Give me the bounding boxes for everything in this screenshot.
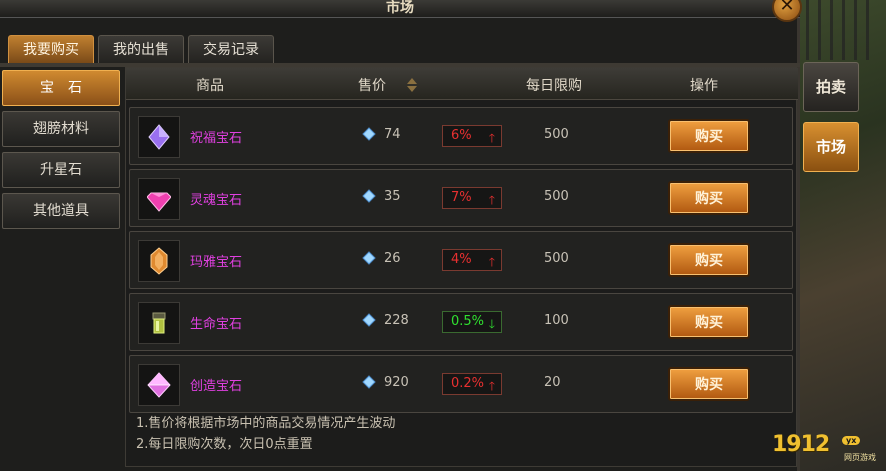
list-item: 祝福宝石 74 6% 🡑 500 购买 <box>129 107 793 165</box>
item-list-panel: 商品 售价 每日限购 操作 祝福宝石 74 6% 🡑 500 购买 灵魂宝石 3… <box>125 67 798 467</box>
note-price-fluctuation: 1.售价将根据市场中的商品交易情况产生波动 <box>136 416 396 431</box>
list-item: 玛雅宝石 26 4% 🡑 500 购买 <box>129 231 793 289</box>
price-change-value: 0.2% <box>451 376 485 391</box>
buy-button[interactable]: 购买 <box>668 305 750 339</box>
price-change-badge: 0.5% 🡓 <box>442 311 502 333</box>
diamond-currency-icon <box>362 251 376 265</box>
logo-subtitle: 网页游戏 <box>844 453 876 462</box>
category-gems[interactable]: 宝 石 <box>2 70 120 106</box>
daily-limit-value: 500 <box>544 127 569 142</box>
diamond-currency-icon <box>362 375 376 389</box>
price-change-badge: 6% 🡑 <box>442 125 502 147</box>
category-other-items[interactable]: 其他道具 <box>2 193 120 229</box>
list-header: 商品 售价 每日限购 操作 <box>126 68 798 100</box>
item-name: 生命宝石 <box>190 317 243 332</box>
buy-button[interactable]: 购买 <box>668 119 750 153</box>
item-name: 玛雅宝石 <box>190 255 243 270</box>
auction-button[interactable]: 拍卖 <box>803 62 859 112</box>
arrow-up-icon: 🡑 <box>488 379 495 393</box>
item-icon-slot <box>138 302 180 344</box>
item-price: 228 <box>384 313 409 328</box>
item-icon-slot <box>138 116 180 158</box>
purple-gem-icon <box>148 124 170 150</box>
tab-history[interactable]: 交易记录 <box>188 35 274 63</box>
buy-button[interactable]: 购买 <box>668 367 750 401</box>
diamond-currency-icon <box>362 189 376 203</box>
orange-gem-icon <box>150 247 168 275</box>
item-name: 灵魂宝石 <box>190 193 243 208</box>
right-side-buttons: 拍卖 市场 <box>803 62 859 182</box>
header-price: 售价 <box>358 78 386 94</box>
diamond-currency-icon <box>362 313 376 327</box>
category-wing-materials[interactable]: 翅膀材料 <box>2 111 120 147</box>
tab-sell[interactable]: 我的出售 <box>98 35 184 63</box>
item-icon-slot <box>138 240 180 282</box>
daily-limit-value: 500 <box>544 189 569 204</box>
list-item: 生命宝石 228 0.5% 🡓 100 购买 <box>129 293 793 351</box>
header-action: 操作 <box>690 78 718 94</box>
price-change-badge: 7% 🡑 <box>442 187 502 209</box>
site-logo: 1912 <box>772 432 830 457</box>
item-price: 74 <box>384 127 401 142</box>
tab-buy[interactable]: 我要购买 <box>8 35 94 63</box>
green-gem-icon <box>152 312 166 334</box>
item-price: 920 <box>384 375 409 390</box>
daily-limit-value: 20 <box>544 375 561 390</box>
item-price: 35 <box>384 189 401 204</box>
pink-crystal-icon <box>147 372 171 398</box>
logo-badge: yx <box>842 436 861 445</box>
price-change-value: 6% <box>451 128 472 143</box>
window-title: 市场 <box>386 0 414 16</box>
sort-arrows-icon[interactable] <box>406 77 418 93</box>
price-change-badge: 0.2% 🡑 <box>442 373 502 395</box>
buy-button[interactable]: 购买 <box>668 181 750 215</box>
note-daily-reset: 2.每日限购次数，次日0点重置 <box>136 437 313 452</box>
market-button[interactable]: 市场 <box>803 122 859 172</box>
daily-limit-value: 500 <box>544 251 569 266</box>
price-change-value: 4% <box>451 252 472 267</box>
notes: 1.售价将根据市场中的商品交易情况产生波动 2.每日限购次数，次日0点重置 <box>136 413 395 455</box>
arrow-up-icon: 🡑 <box>488 255 495 269</box>
header-item: 商品 <box>196 78 224 94</box>
buy-button[interactable]: 购买 <box>668 243 750 277</box>
item-name: 祝福宝石 <box>190 131 243 146</box>
arrow-up-icon: 🡑 <box>488 193 495 207</box>
fence-decoration <box>806 0 876 60</box>
price-change-value: 7% <box>451 190 472 205</box>
header-daily-limit: 每日限购 <box>526 78 582 94</box>
arrow-down-icon: 🡓 <box>488 317 495 331</box>
item-name: 创造宝石 <box>190 379 243 394</box>
diamond-currency-icon <box>362 127 376 141</box>
category-star-stones[interactable]: 升星石 <box>2 152 120 188</box>
daily-limit-value: 100 <box>544 313 569 328</box>
category-sidebar: 宝 石 翅膀材料 升星石 其他道具 <box>2 70 120 234</box>
close-icon: ✕ <box>779 0 795 16</box>
item-icon-slot <box>138 178 180 220</box>
list-item: 创造宝石 920 0.2% 🡑 20 购买 <box>129 355 793 413</box>
arrow-up-icon: 🡑 <box>488 131 495 145</box>
tab-bar: 我要购买 我的出售 交易记录 <box>8 35 274 63</box>
price-change-value: 0.5% <box>451 314 485 329</box>
item-icon-slot <box>138 364 180 406</box>
item-price: 26 <box>384 251 401 266</box>
market-window: 市场 我要购买 我的出售 交易记录 宝 石 翅膀材料 升星石 其他道具 商品 售… <box>0 0 800 471</box>
list-item: 灵魂宝石 35 7% 🡑 500 购买 <box>129 169 793 227</box>
title-bar: 市场 <box>0 0 800 18</box>
pink-gem-icon <box>147 192 171 212</box>
price-change-badge: 4% 🡑 <box>442 249 502 271</box>
